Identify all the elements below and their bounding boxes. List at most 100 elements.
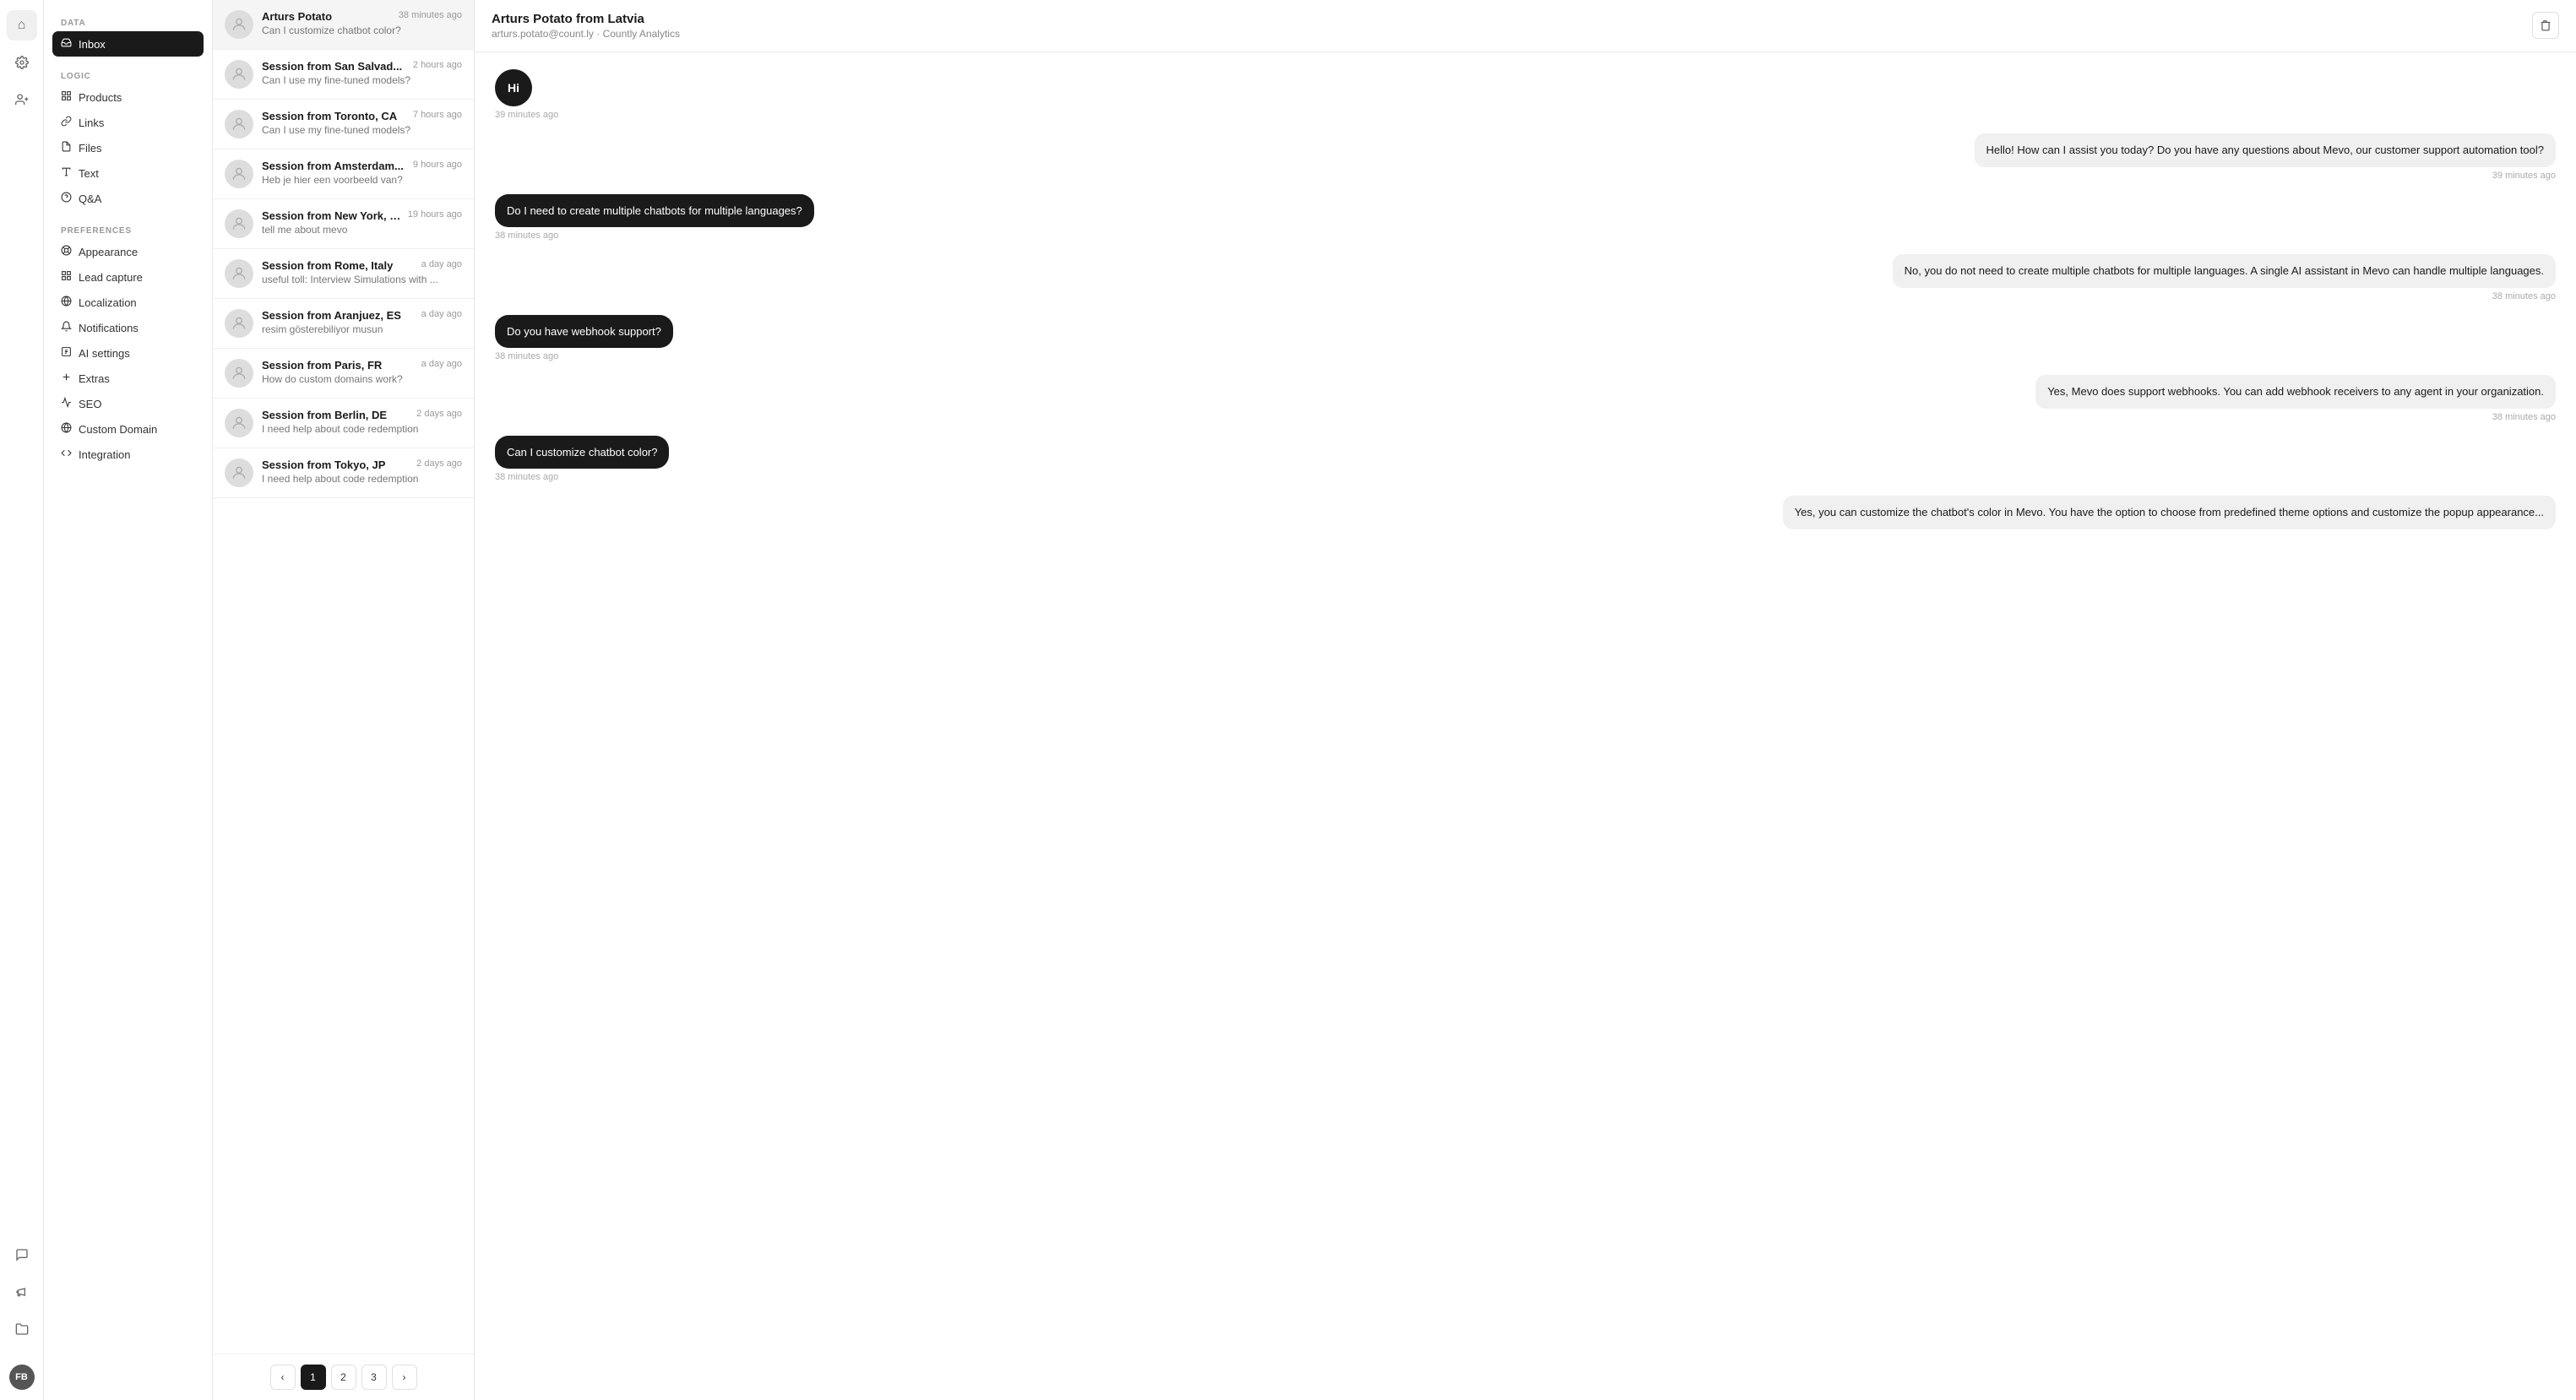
sidebar-section-preferences: PREFERENCES — [52, 221, 204, 239]
conversation-list: Arturs Potato 38 minutes ago Can I custo… — [213, 0, 475, 1400]
conversation-item[interactable]: Session from San Salvad... 2 hours ago C… — [213, 50, 474, 100]
chat-header: Arturs Potato from Latvia arturs.potato@… — [475, 0, 2576, 52]
sidebar-item-custom-domain[interactable]: Custom Domain — [52, 416, 204, 442]
sidebar-item-lead-capture[interactable]: Lead capture — [52, 264, 204, 290]
sidebar-item-links-label: Links — [79, 117, 104, 129]
conv-content: Session from New York, US 19 hours ago t… — [262, 209, 462, 238]
message-time: 38 minutes ago — [495, 351, 2556, 361]
message-bubble: Hi — [495, 69, 532, 106]
sidebar-item-integration[interactable]: Integration — [52, 442, 204, 467]
message-row: Hello! How can I assist you today? Do yo… — [495, 133, 2556, 167]
message-time: 38 minutes ago — [495, 231, 2556, 241]
conv-avatar — [225, 459, 253, 487]
sidebar-item-files[interactable]: Files — [52, 135, 204, 160]
sidebar-item-custom-domain-label: Custom Domain — [79, 423, 157, 436]
conv-time: a day ago — [421, 359, 462, 369]
conv-preview: tell me about mevo — [262, 224, 462, 236]
sidebar-item-extras[interactable]: Extras — [52, 366, 204, 391]
conversation-item[interactable]: Session from Paris, FR a day ago How do … — [213, 349, 474, 399]
code-icon — [61, 448, 72, 461]
conv-name: Session from Aranjuez, ES — [262, 309, 401, 322]
sidebar-item-seo-label: SEO — [79, 398, 101, 410]
globe-icon — [61, 296, 72, 309]
conversation-item[interactable]: Session from Berlin, DE 2 days ago I nee… — [213, 399, 474, 448]
sidebar-item-appearance[interactable]: Appearance — [52, 239, 204, 264]
sidebar-item-lead-capture-label: Lead capture — [79, 271, 143, 284]
conversation-item[interactable]: Arturs Potato 38 minutes ago Can I custo… — [213, 0, 474, 50]
pagination-prev[interactable]: ‹ — [270, 1365, 296, 1390]
conv-time: 38 minutes ago — [399, 10, 462, 20]
sidebar-item-inbox[interactable]: Inbox — [52, 31, 204, 57]
message-bubble: Yes, Mevo does support webhooks. You can… — [2035, 375, 2556, 409]
user-plus-icon[interactable] — [7, 84, 37, 115]
link-icon — [61, 116, 72, 129]
conv-avatar — [225, 10, 253, 39]
message-time: 38 minutes ago — [495, 291, 2556, 301]
pagination-page-3[interactable]: 3 — [361, 1365, 387, 1390]
pagination-page-2[interactable]: 2 — [331, 1365, 356, 1390]
sidebar-item-qanda-label: Q&A — [79, 193, 101, 205]
sidebar-item-products[interactable]: Products — [52, 84, 204, 110]
conv-avatar — [225, 110, 253, 138]
conv-time: a day ago — [421, 309, 462, 319]
appearance-icon — [61, 245, 72, 258]
megaphone-icon[interactable] — [7, 1277, 37, 1307]
conv-avatar — [225, 160, 253, 188]
conversation-item[interactable]: Session from Rome, Italy a day ago usefu… — [213, 249, 474, 299]
home-icon[interactable]: ⌂ — [7, 10, 37, 41]
conv-name: Session from Tokyo, JP — [262, 459, 385, 471]
message-time: 38 minutes ago — [495, 412, 2556, 422]
conv-avatar — [225, 359, 253, 388]
pagination-page-1[interactable]: 1 — [301, 1365, 326, 1390]
sidebar-item-localization-label: Localization — [79, 296, 137, 309]
sidebar-item-notifications-label: Notifications — [79, 322, 139, 334]
sidebar: DATA Inbox LOGIC Products Links Files Te… — [44, 0, 213, 1400]
sidebar-item-links[interactable]: Links — [52, 110, 204, 135]
conversation-item[interactable]: Session from Amsterdam... 9 hours ago He… — [213, 149, 474, 199]
sidebar-item-text[interactable]: Text — [52, 160, 204, 186]
conv-time: 19 hours ago — [408, 209, 462, 220]
message-time: 39 minutes ago — [495, 110, 2556, 120]
conv-avatar — [225, 60, 253, 89]
sidebar-item-localization[interactable]: Localization — [52, 290, 204, 315]
conv-preview: useful toll: Interview Simulations with … — [262, 274, 462, 285]
globe2-icon — [61, 422, 72, 436]
user-avatar[interactable]: FB — [9, 1365, 35, 1390]
sidebar-item-ai-settings[interactable]: AI settings — [52, 340, 204, 366]
conv-name: Session from Toronto, CA — [262, 110, 397, 122]
file-icon — [61, 141, 72, 155]
message-row: Do you have webhook support? — [495, 315, 2556, 349]
conv-time: 7 hours ago — [413, 110, 462, 120]
message-row: Do I need to create multiple chatbots fo… — [495, 194, 2556, 228]
sidebar-item-qanda[interactable]: Q&A — [52, 186, 204, 211]
conv-preview: I need help about code redemption — [262, 473, 462, 485]
conversation-item[interactable]: Session from Tokyo, JP 2 days ago I need… — [213, 448, 474, 498]
conversation-item[interactable]: Session from Aranjuez, ES a day ago resi… — [213, 299, 474, 349]
icon-bar: ⌂ FB — [0, 0, 44, 1400]
pagination-next[interactable]: › — [392, 1365, 417, 1390]
sidebar-item-seo[interactable]: SEO — [52, 391, 204, 416]
conv-content: Session from San Salvad... 2 hours ago C… — [262, 60, 462, 89]
message-row: Hi — [495, 69, 2556, 106]
message-bubble: No, you do not need to create multiple c… — [1893, 254, 2556, 288]
chat-messages: Hi 39 minutes ago Hello! How can I assist … — [475, 52, 2576, 1400]
conversation-item[interactable]: Session from Toronto, CA 7 hours ago Can… — [213, 100, 474, 149]
conv-time: 2 hours ago — [413, 60, 462, 70]
sidebar-item-notifications[interactable]: Notifications — [52, 315, 204, 340]
message-time: 38 minutes ago — [495, 472, 2556, 482]
chat-area: Arturs Potato from Latvia arturs.potato@… — [475, 0, 2576, 1400]
conversation-items: Arturs Potato 38 minutes ago Can I custo… — [213, 0, 474, 1354]
conv-preview: I need help about code redemption — [262, 423, 462, 435]
message-group: Do you have webhook support? 38 minutes a… — [495, 315, 2556, 362]
sidebar-item-files-label: Files — [79, 142, 101, 155]
chat-icon[interactable] — [7, 1240, 37, 1270]
folder-icon[interactable] — [7, 1314, 37, 1344]
conversation-item[interactable]: Session from New York, US 19 hours ago t… — [213, 199, 474, 249]
plus-icon — [61, 372, 72, 385]
delete-chat-button[interactable] — [2532, 12, 2559, 39]
conv-time: 2 days ago — [416, 409, 462, 419]
message-time: 39 minutes ago — [495, 171, 2556, 181]
grid-icon — [61, 270, 72, 284]
settings-icon[interactable] — [7, 47, 37, 78]
message-group: Hi 39 minutes ago — [495, 69, 2556, 120]
